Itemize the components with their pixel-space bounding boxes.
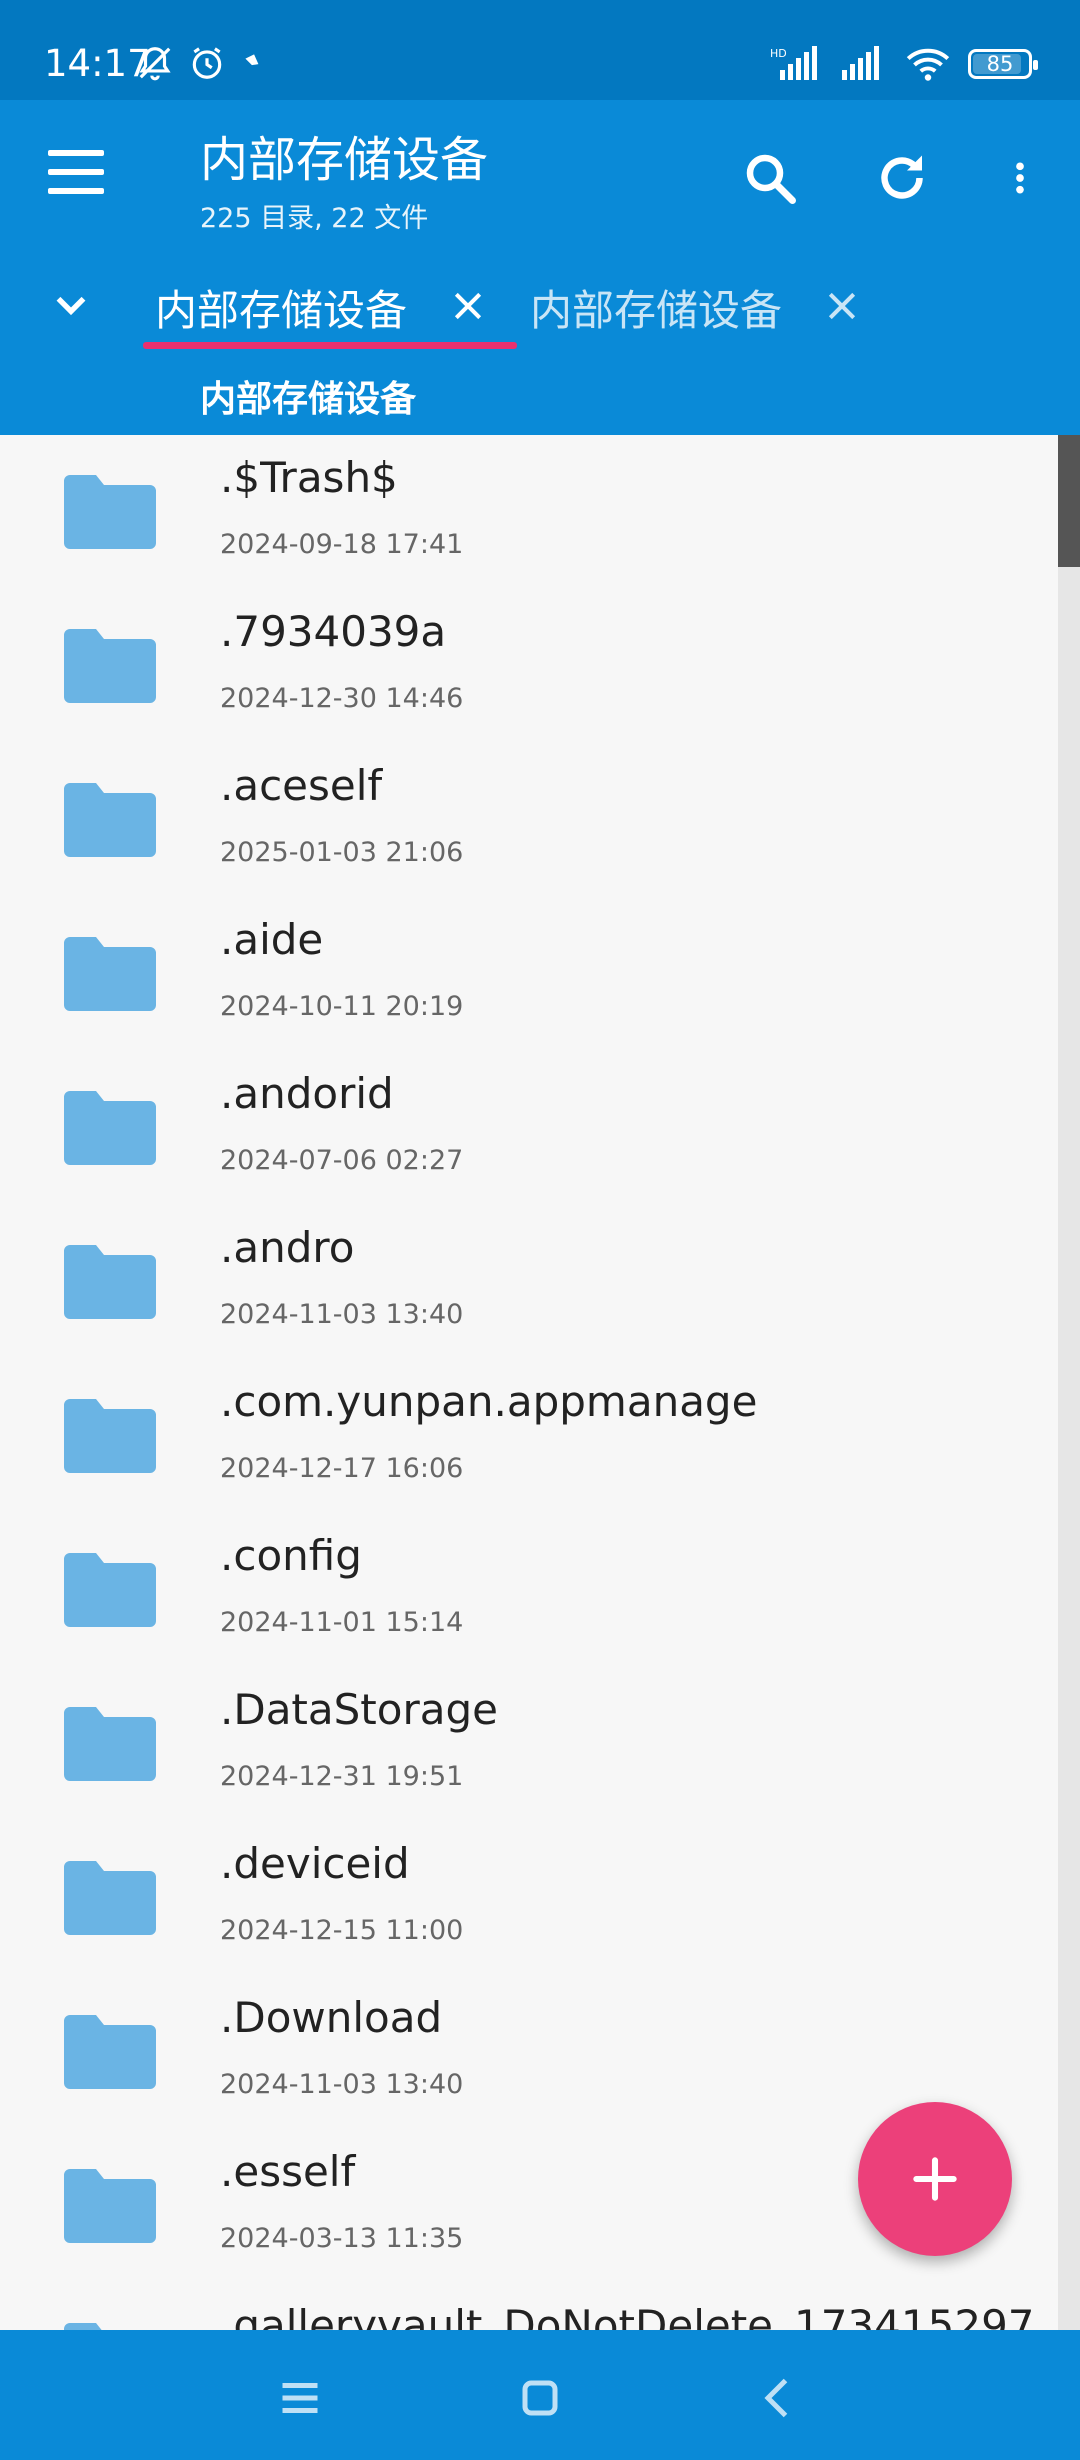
signal-icon bbox=[842, 46, 879, 80]
folder-icon bbox=[64, 937, 156, 1011]
file-name: .andorid bbox=[220, 1069, 394, 1118]
file-name: .galleryvault_DoNotDelete_173415297 bbox=[220, 2301, 1035, 2330]
list-item[interactable]: .andro 2024-11-03 13:40 bbox=[0, 1205, 1056, 1359]
file-name: .7934039a bbox=[220, 607, 447, 656]
folder-icon bbox=[64, 1399, 156, 1473]
folder-icon bbox=[64, 629, 156, 703]
file-date: 2025-01-03 21:06 bbox=[220, 837, 464, 868]
nav-home-icon[interactable] bbox=[510, 2368, 570, 2428]
system-nav-bar bbox=[0, 2330, 1080, 2460]
file-name: .esself bbox=[220, 2147, 356, 2196]
bell-off-icon bbox=[139, 47, 171, 81]
list-item[interactable]: .andorid 2024-07-06 02:27 bbox=[0, 1051, 1056, 1205]
battery-icon: 85 bbox=[968, 49, 1038, 79]
list-item[interactable]: .com.yunpan.appmanage 2024-12-17 16:06 bbox=[0, 1359, 1056, 1513]
file-date: 2024-11-01 15:14 bbox=[220, 1607, 464, 1638]
scrollbar-thumb[interactable] bbox=[1058, 435, 1080, 567]
app-bar: 内部存储设备 225 目录, 22 文件 内部存储设备 内部存储设备 内部存储设… bbox=[0, 100, 1080, 435]
file-name: .deviceid bbox=[220, 1839, 410, 1888]
file-name: .andro bbox=[220, 1223, 355, 1272]
nav-back-icon[interactable] bbox=[748, 2368, 808, 2428]
list-item[interactable]: .galleryvault_DoNotDelete_173415297 bbox=[0, 2283, 1056, 2330]
close-icon[interactable] bbox=[822, 286, 862, 326]
file-date: 2024-12-31 19:51 bbox=[220, 1761, 464, 1792]
file-date: 2024-12-17 16:06 bbox=[220, 1453, 464, 1484]
list-item[interactable]: .deviceid 2024-12-15 11:00 bbox=[0, 1821, 1056, 1975]
folder-icon bbox=[64, 1245, 156, 1319]
file-date: 2024-07-06 02:27 bbox=[220, 1145, 464, 1176]
wifi-icon bbox=[906, 48, 950, 81]
folder-icon bbox=[64, 475, 156, 549]
file-date: 2024-11-03 13:40 bbox=[220, 1299, 464, 1330]
status-bar: 14:17 HD 85 bbox=[0, 0, 1080, 100]
page-title: 内部存储设备 bbox=[200, 132, 489, 188]
status-icons-left bbox=[136, 44, 266, 82]
folder-icon bbox=[64, 1707, 156, 1781]
folder-icon bbox=[64, 1861, 156, 1935]
svg-text:HD: HD bbox=[770, 47, 787, 60]
breadcrumb[interactable]: 内部存储设备 bbox=[200, 370, 416, 422]
file-date: 2024-09-18 17:41 bbox=[220, 529, 464, 560]
file-name: .Download bbox=[220, 1993, 443, 2042]
folder-icon bbox=[64, 2015, 156, 2089]
file-name: .$Trash$ bbox=[220, 453, 398, 502]
menu-icon[interactable] bbox=[48, 150, 104, 194]
list-item[interactable]: .DataStorage 2024-12-31 19:51 bbox=[0, 1667, 1056, 1821]
list-item[interactable]: .aceself 2025-01-03 21:06 bbox=[0, 743, 1056, 897]
battery-level: 85 bbox=[986, 52, 1014, 76]
file-date: 2024-11-03 13:40 bbox=[220, 2069, 464, 2100]
file-date: 2024-12-30 14:46 bbox=[220, 683, 464, 714]
list-item[interactable]: .aide 2024-10-11 20:19 bbox=[0, 897, 1056, 1051]
add-button[interactable] bbox=[858, 2102, 1012, 2256]
folder-icon bbox=[64, 1553, 156, 1627]
file-name: .config bbox=[220, 1531, 362, 1580]
active-tab-indicator bbox=[143, 342, 517, 349]
chevron-down-icon[interactable] bbox=[46, 280, 96, 330]
list-item[interactable]: .config 2024-11-01 15:14 bbox=[0, 1513, 1056, 1667]
file-date: 2024-03-13 11:35 bbox=[220, 2223, 464, 2254]
search-icon[interactable] bbox=[740, 148, 800, 208]
folder-icon bbox=[64, 1091, 156, 1165]
page-subtitle: 225 目录, 22 文件 bbox=[200, 203, 429, 234]
list-item[interactable]: .$Trash$ 2024-09-18 17:41 bbox=[0, 435, 1056, 589]
file-date: 2024-12-15 11:00 bbox=[220, 1915, 464, 1946]
file-name: .aide bbox=[220, 915, 324, 964]
close-icon[interactable] bbox=[448, 286, 488, 326]
scrollbar-track[interactable] bbox=[1058, 435, 1080, 2330]
file-date: 2024-10-11 20:19 bbox=[220, 991, 464, 1022]
list-item[interactable]: .Download 2024-11-03 13:40 bbox=[0, 1975, 1056, 2129]
folder-icon bbox=[64, 2169, 156, 2243]
nav-menu-icon[interactable] bbox=[270, 2368, 330, 2428]
app-notification-icon bbox=[245, 54, 259, 72]
more-vert-icon[interactable] bbox=[1000, 148, 1040, 208]
file-name: .aceself bbox=[220, 761, 383, 810]
refresh-icon[interactable] bbox=[872, 148, 932, 208]
alarm-icon bbox=[192, 47, 222, 79]
folder-icon bbox=[64, 783, 156, 857]
status-icons-right: HD 85 bbox=[770, 46, 1038, 82]
signal-hd-icon: HD bbox=[770, 46, 817, 80]
folder-icon bbox=[64, 2323, 102, 2330]
file-name: .DataStorage bbox=[220, 1685, 498, 1734]
tab-internal-storage-2[interactable]: 内部存储设备 bbox=[530, 272, 782, 342]
status-time: 14:17 bbox=[44, 42, 151, 85]
tab-internal-storage-1[interactable]: 内部存储设备 bbox=[155, 272, 407, 342]
file-name: .com.yunpan.appmanage bbox=[220, 1377, 758, 1426]
add-icon bbox=[913, 2157, 957, 2201]
file-list: .$Trash$ 2024-09-18 17:41 .7934039a 2024… bbox=[0, 435, 1056, 2330]
list-item[interactable]: .7934039a 2024-12-30 14:46 bbox=[0, 589, 1056, 743]
